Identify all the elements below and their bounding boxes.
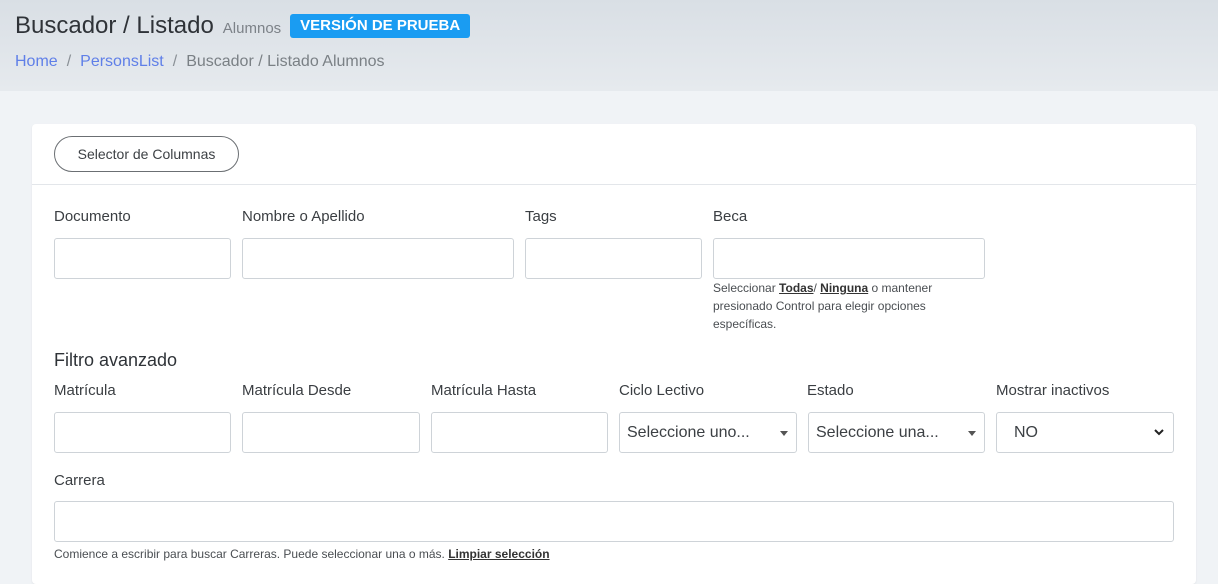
mostrar-inactivos-label: Mostrar inactivos: [996, 382, 1110, 399]
ciclo-lectivo-label: Ciclo Lectivo: [619, 382, 705, 399]
breadcrumb-separator: /: [172, 53, 178, 70]
breadcrumb-current: Buscador / Listado Alumnos: [186, 53, 385, 70]
estado-selected: Seleccione una...: [816, 424, 939, 441]
carrera-input[interactable]: [54, 501, 1174, 542]
documento-label: Documento: [54, 208, 131, 225]
caret-down-icon: [968, 431, 976, 436]
beca-help-prefix: Seleccionar: [713, 281, 780, 295]
beca-help: Seleccionar Todas/ Ninguna o mantener pr…: [713, 279, 983, 333]
matricula-desde-label: Matrícula Desde: [242, 382, 352, 399]
breadcrumb-home[interactable]: Home: [15, 53, 58, 70]
ciclo-lectivo-selected: Seleccione uno...: [627, 424, 750, 441]
select-all-link[interactable]: Todas: [779, 281, 813, 295]
column-selector-button[interactable]: Selector de Columnas: [54, 136, 239, 172]
breadcrumb-separator: /: [66, 53, 72, 70]
beca-multiselect[interactable]: [713, 238, 985, 279]
documento-input[interactable]: [54, 238, 231, 279]
caret-down-icon: [780, 431, 788, 436]
carrera-label: Carrera: [54, 472, 105, 489]
estado-select[interactable]: Seleccione una...: [808, 412, 985, 453]
matricula-desde-input[interactable]: [242, 412, 420, 453]
title-row: Buscador / Listado Alumnos VERSIÓN DE PR…: [15, 12, 471, 41]
select-none-link[interactable]: Ninguna: [820, 281, 868, 295]
tags-input[interactable]: [525, 238, 702, 279]
filter-card: Selector de Columnas Documento Nombre o …: [32, 124, 1196, 584]
page-title: Buscador / Listado: [15, 12, 214, 39]
carrera-help: Comience a escribir para buscar Carreras…: [54, 545, 550, 563]
breadcrumb: Home / PersonsList / Buscador / Listado Alum…: [15, 53, 385, 71]
mostrar-inactivos-selected: NO: [1014, 424, 1038, 441]
page-subtitle: Alumnos: [222, 20, 282, 37]
breadcrumb-personslist[interactable]: PersonsList: [80, 53, 164, 70]
matricula-hasta-input[interactable]: [431, 412, 608, 453]
page-header: Buscador / Listado Alumnos VERSIÓN DE PR…: [0, 0, 1218, 91]
tags-label: Tags: [525, 208, 557, 225]
carrera-help-text: Comience a escribir para buscar Carreras…: [54, 547, 449, 561]
ciclo-lectivo-select[interactable]: Seleccione uno...: [619, 412, 797, 453]
nombre-label: Nombre o Apellido: [242, 208, 365, 225]
matricula-label: Matrícula: [54, 382, 116, 399]
estado-label: Estado: [807, 382, 854, 399]
card-header: Selector de Columnas: [32, 124, 1196, 185]
chevron-down-icon: [1154, 429, 1164, 436]
trial-badge: VERSIÓN DE PRUEBA: [290, 14, 471, 38]
clear-selection-link[interactable]: Limpiar selección: [448, 547, 549, 561]
nombre-input[interactable]: [242, 238, 514, 279]
mostrar-inactivos-select[interactable]: NO: [996, 412, 1174, 453]
beca-label: Beca: [713, 208, 748, 225]
matricula-hasta-label: Matrícula Hasta: [431, 382, 537, 399]
advanced-filter-title: Filtro avanzado: [54, 350, 178, 370]
matricula-input[interactable]: [54, 412, 231, 453]
